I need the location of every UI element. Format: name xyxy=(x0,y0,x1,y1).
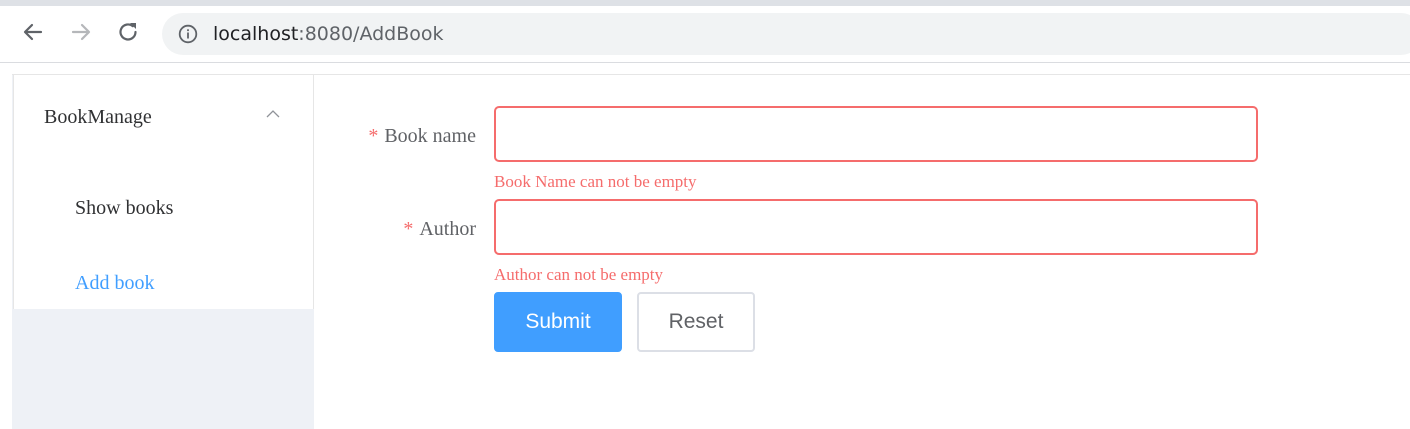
url-path: :8080/AddBook xyxy=(298,23,444,45)
reload-icon xyxy=(119,23,137,41)
submit-button[interactable]: Submit xyxy=(494,292,622,352)
back-arrow-icon xyxy=(23,23,43,41)
author-label-text: Author xyxy=(419,218,476,240)
app-container: BookManage Show books Add book * Book nam… xyxy=(0,63,1410,429)
browser-toolbar: localhost:8080/AddBook xyxy=(0,6,1410,63)
author-label: * Author xyxy=(403,218,476,241)
book-name-input[interactable] xyxy=(494,106,1258,162)
address-bar[interactable]: localhost:8080/AddBook xyxy=(162,13,1410,55)
author-error: Author can not be empty xyxy=(494,265,664,284)
submenu-title-label: BookManage xyxy=(44,106,152,128)
sidebar: BookManage Show books Add book xyxy=(12,75,314,429)
book-name-label-text: Book name xyxy=(384,125,476,147)
reload-button[interactable] xyxy=(112,16,144,48)
sidebar-item-show-books[interactable]: Show books xyxy=(14,180,313,240)
forward-arrow-icon xyxy=(71,23,91,41)
required-asterisk: * xyxy=(403,218,414,240)
sidebar-item-label: Add book xyxy=(75,272,155,294)
author-input[interactable] xyxy=(494,199,1258,255)
sidebar-item-add-book[interactable]: Add book xyxy=(14,255,313,315)
sidebar-menu: BookManage Show books Add book xyxy=(13,75,314,309)
chevron-up-icon xyxy=(266,110,280,118)
sidebar-item-label: Show books xyxy=(75,197,174,219)
forward-button[interactable] xyxy=(65,16,97,48)
book-name-label: * Book name xyxy=(368,125,476,148)
reset-button[interactable]: Reset xyxy=(637,292,755,352)
back-button[interactable] xyxy=(17,16,49,48)
book-name-error: Book Name can not be empty xyxy=(494,172,697,191)
submenu-bookmanage[interactable]: BookManage xyxy=(14,75,313,159)
url-host: localhost xyxy=(213,23,299,45)
url-text[interactable]: localhost:8080/AddBook xyxy=(213,23,444,45)
main-content: * Book name Book Name can not be empty * A… xyxy=(314,75,1410,429)
required-asterisk: * xyxy=(368,125,379,147)
info-icon[interactable] xyxy=(178,24,198,44)
